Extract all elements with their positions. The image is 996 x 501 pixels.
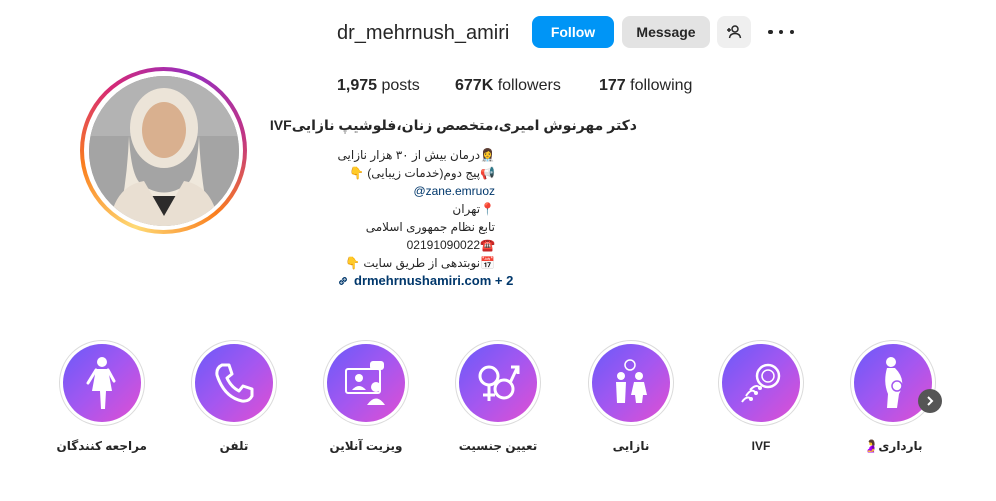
- highlight-label: ویزیت آنلاین: [329, 439, 403, 453]
- family-icon: [616, 359, 647, 403]
- avatar[interactable]: [88, 75, 239, 226]
- highlight-item[interactable]: تعیین جنسیت: [453, 340, 543, 453]
- highlight-ring: [323, 340, 409, 426]
- highlight-ring: [59, 340, 145, 426]
- highlight-ring: [455, 340, 541, 426]
- highlight-label: بارداری🤰: [863, 439, 923, 453]
- pregnancy-icon: [885, 357, 903, 408]
- highlight-label: تعیین جنسیت: [458, 439, 538, 453]
- bio-line: 📅نوبتدهی از طریق سایت 👇: [345, 256, 495, 270]
- followers-label: followers: [497, 77, 561, 94]
- follow-button[interactable]: Follow: [532, 16, 614, 48]
- gender-icon: [478, 365, 520, 401]
- message-button[interactable]: Message: [622, 16, 710, 48]
- phone-icon: [215, 363, 254, 403]
- woman-figure-icon: [86, 357, 116, 409]
- link-icon: [339, 277, 347, 285]
- highlight-cover: [854, 344, 932, 422]
- highlight-cover: [195, 344, 273, 422]
- posts-count: 1,975: [337, 77, 378, 94]
- highlights-next-button[interactable]: [918, 389, 942, 413]
- username: dr_mehrnush_amiri: [337, 22, 510, 44]
- highlight-cover: [459, 344, 537, 422]
- following-label: following: [630, 77, 693, 94]
- highlight-ring: [588, 340, 674, 426]
- profile-avatar-ring[interactable]: [80, 67, 247, 234]
- suggest-user-button[interactable]: [717, 16, 751, 48]
- followers-count: 677K: [455, 77, 494, 94]
- bio-line: 👩‍⚕️درمان بیش از ۳۰ هزار نازایی: [337, 148, 495, 162]
- highlight-label: نازایی: [612, 439, 650, 453]
- highlight-cover: [327, 344, 405, 422]
- followers-stat[interactable]: 677K followers: [455, 77, 561, 95]
- story-highlights: مراجعه کنندگان تلفن ویزیت آنلاین تعیین ج…: [0, 340, 996, 470]
- options-more-button[interactable]: [768, 22, 794, 42]
- avatar-gap: [84, 71, 243, 230]
- posts-stat: 1,975 posts: [337, 77, 420, 95]
- highlight-item[interactable]: نازایی: [586, 340, 676, 453]
- bio-line: 📢پیج دوم(خدمات زیبایی) 👇: [348, 166, 495, 180]
- highlight-ring: [718, 340, 804, 426]
- bio-line: ☎️02191090022: [406, 238, 495, 252]
- more-dot-icon: [768, 29, 773, 35]
- highlight-item[interactable]: مراجعه کنندگان: [57, 340, 147, 453]
- bio-mention-link[interactable]: @zane.emruoz: [413, 182, 495, 200]
- bio-line: 📍تهران: [452, 202, 495, 216]
- highlight-item[interactable]: تلفن: [189, 340, 279, 453]
- highlight-label: مراجعه کنندگان: [56, 439, 147, 453]
- following-stat[interactable]: 177 following: [599, 77, 692, 95]
- chevron-right-icon: [927, 396, 934, 406]
- following-count: 177: [599, 77, 626, 94]
- highlight-label: تلفن: [219, 439, 249, 453]
- highlight-label: IVF: [751, 439, 771, 453]
- highlight-cover: [592, 344, 670, 422]
- highlight-ring: [850, 340, 936, 426]
- posts-label: posts: [381, 77, 420, 94]
- add-user-icon: [727, 25, 742, 39]
- highlight-item[interactable]: IVF: [716, 340, 806, 453]
- bio-display-name: دکتر مهرنوش امیری،متخصص زنان،فلوشیپ نازا…: [269, 117, 637, 133]
- bio-website-link[interactable]: drmehrnushamiri.com + 2: [337, 272, 513, 290]
- highlight-item[interactable]: ویزیت آنلاین: [321, 340, 411, 453]
- highlight-ring: [191, 340, 277, 426]
- more-dot-icon: [789, 29, 794, 35]
- website-link-text: drmehrnushamiri.com + 2: [354, 273, 514, 288]
- ivf-icon: [741, 363, 781, 403]
- bio-line: تابع نظام جمهوری اسلامی: [365, 220, 495, 234]
- highlight-cover: [63, 344, 141, 422]
- online-visit-icon: [345, 361, 385, 405]
- avatar-image: [88, 75, 239, 226]
- more-dot-icon: [778, 29, 784, 35]
- highlight-cover: [722, 344, 800, 422]
